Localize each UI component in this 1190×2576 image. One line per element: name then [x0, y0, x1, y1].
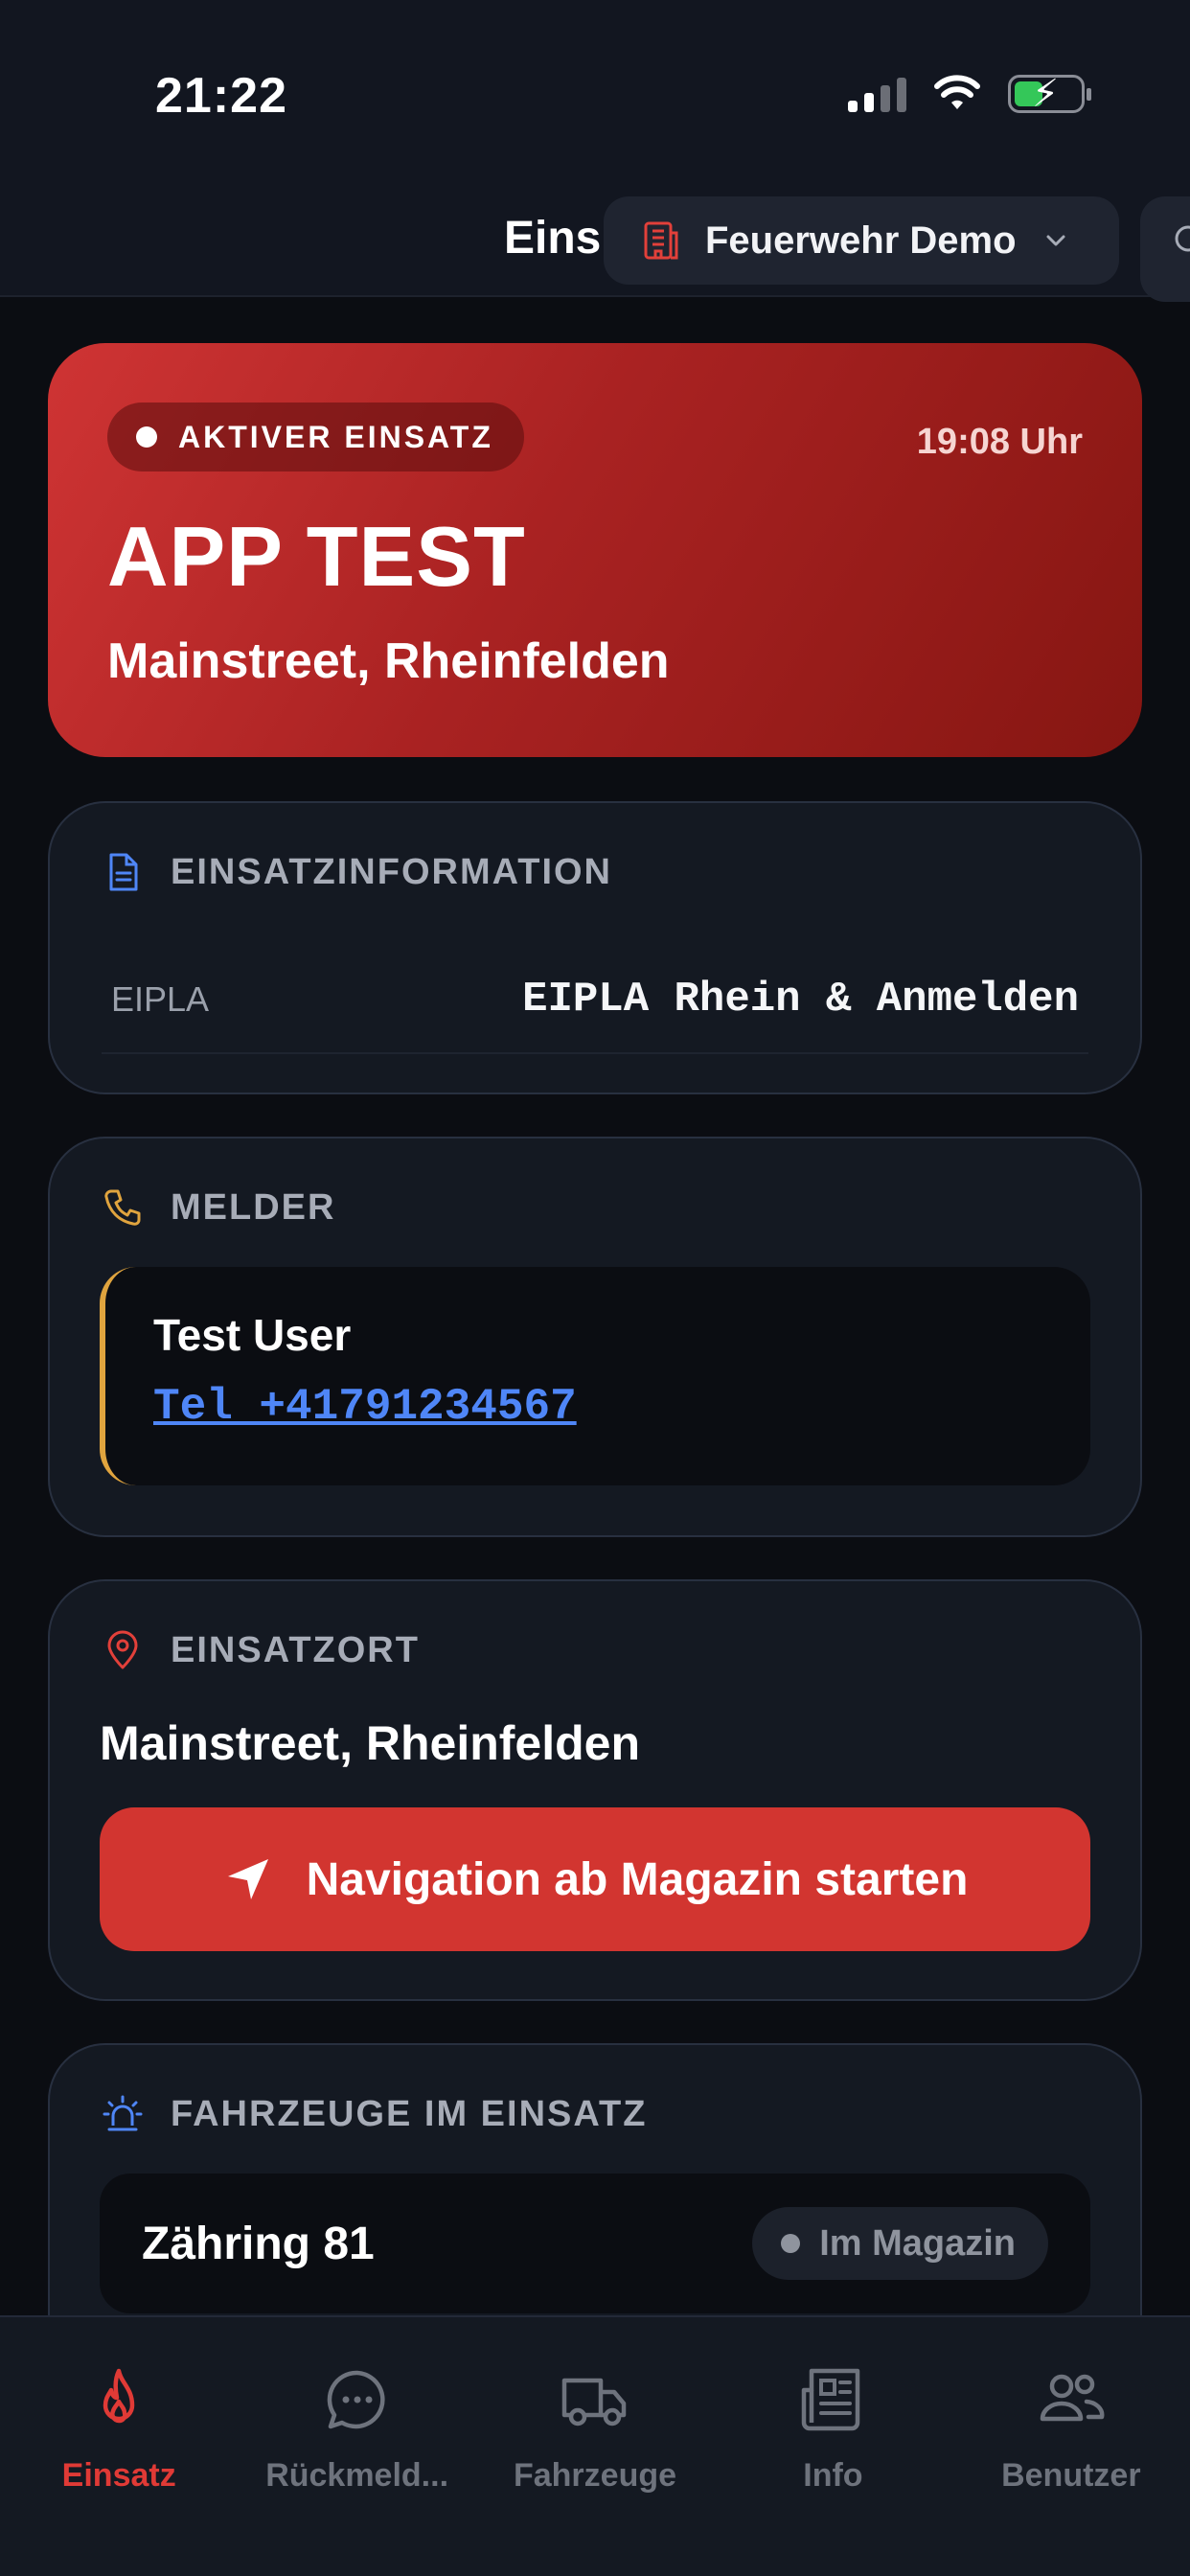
vehicle-status-badge: Im Magazin	[752, 2207, 1048, 2280]
vehicle-list-item[interactable]: Zähring 81 Im Magazin	[100, 2174, 1090, 2313]
battery-icon: ⚡	[1008, 73, 1091, 115]
active-incident-badge: AKTIVER EINSATZ	[107, 402, 524, 472]
phone-icon	[104, 1189, 141, 1226]
chat-bubble-icon	[327, 2370, 385, 2429]
truck-icon	[561, 2378, 627, 2426]
status-bar: 21:22 ⚡	[0, 0, 1190, 196]
gear-icon	[1175, 225, 1190, 252]
incident-info-card: EINSATZINFORMATION EIPLA EIPLA Rhein & A…	[48, 801, 1142, 1094]
caller-card: MELDER Test User Tel +41791234567	[48, 1137, 1142, 1537]
tab-fahrzeuge[interactable]: Fahrzeuge	[476, 2317, 714, 2576]
document-icon	[109, 853, 138, 891]
tab-rueckmeldungen[interactable]: Rückmeld...	[238, 2317, 475, 2576]
tab-benutzer[interactable]: Benutzer	[952, 2317, 1190, 2576]
status-icons: ⚡	[848, 73, 1091, 115]
caller-details: Test User Tel +41791234567	[100, 1267, 1090, 1485]
status-time: 21:22	[155, 68, 287, 124]
navigation-button-label: Navigation ab Magazin starten	[306, 1853, 969, 1905]
incident-time: 19:08 Uhr	[916, 422, 1083, 462]
tab-info[interactable]: Info	[714, 2317, 951, 2576]
building-icon	[644, 221, 678, 260]
flame-icon	[103, 2368, 135, 2424]
location-card: EINSATZORT Mainstreet, Rheinfelden Navig…	[48, 1579, 1142, 2001]
tab-label: Fahrzeuge	[513, 2457, 677, 2494]
card-header: MELDER	[102, 1186, 335, 1229]
card-header: EINSATZORT	[102, 1629, 420, 1671]
tab-label: Rückmeld...	[265, 2457, 449, 2494]
caller-name: Test User	[153, 1310, 352, 1360]
location-address: Mainstreet, Rheinfelden	[100, 1716, 640, 1770]
info-key: EIPLA	[111, 979, 210, 1019]
status-dot	[136, 426, 157, 448]
users-icon	[1040, 2374, 1105, 2422]
tab-einsatz[interactable]: Einsatz	[0, 2317, 238, 2576]
incident-title: APP TEST	[107, 509, 526, 604]
navigation-arrow-icon	[227, 1859, 268, 1899]
siren-icon	[103, 2095, 143, 2131]
app-header: Eins Feuerwehr Demo	[0, 196, 1190, 302]
info-row: EIPLA EIPLA Rhein & Anmelden	[102, 947, 1088, 1054]
bottom-tab-bar: Einsatz Rückmeld... Fahrzeuge Info Benut…	[0, 2315, 1190, 2576]
card-header: FAHRZEUGE IM EINSATZ	[102, 2093, 647, 2135]
map-pin-icon	[107, 1630, 138, 1669]
caller-phone-link[interactable]: Tel +41791234567	[153, 1382, 1090, 1432]
tab-label: Einsatz	[61, 2457, 176, 2494]
card-heading: MELDER	[171, 1186, 336, 1228]
tab-label: Benutzer	[1001, 2457, 1141, 2494]
organization-name: Feuerwehr Demo	[705, 218, 1017, 262]
card-heading: FAHRZEUGE IM EINSATZ	[171, 2093, 648, 2134]
organization-switcher[interactable]: Feuerwehr Demo	[604, 196, 1119, 285]
wifi-icon	[934, 75, 980, 109]
settings-button[interactable]	[1140, 196, 1190, 302]
page-title: Eins	[504, 213, 602, 264]
vehicle-status-label: Im Magazin	[819, 2222, 1016, 2264]
incident-address: Mainstreet, Rheinfelden	[107, 633, 670, 689]
card-header: EINSATZINFORMATION	[102, 851, 612, 893]
card-heading: EINSATZINFORMATION	[171, 851, 612, 892]
badge-label: AKTIVER EINSATZ	[178, 419, 493, 454]
tab-label: Info	[803, 2457, 863, 2494]
info-value: EIPLA Rhein & Anmelden	[522, 976, 1079, 1024]
cellular-signal-icon	[848, 76, 906, 112]
newspaper-icon	[802, 2368, 860, 2431]
active-incident-card: AKTIVER EINSATZ 19:08 Uhr APP TEST Mains…	[48, 343, 1142, 757]
vehicle-name: Zähring 81	[142, 2218, 375, 2269]
status-dot	[781, 2234, 801, 2253]
chevron-down-icon	[1046, 235, 1065, 246]
card-heading: EINSATZORT	[171, 1629, 420, 1670]
start-navigation-button[interactable]: Navigation ab Magazin starten	[100, 1807, 1090, 1951]
